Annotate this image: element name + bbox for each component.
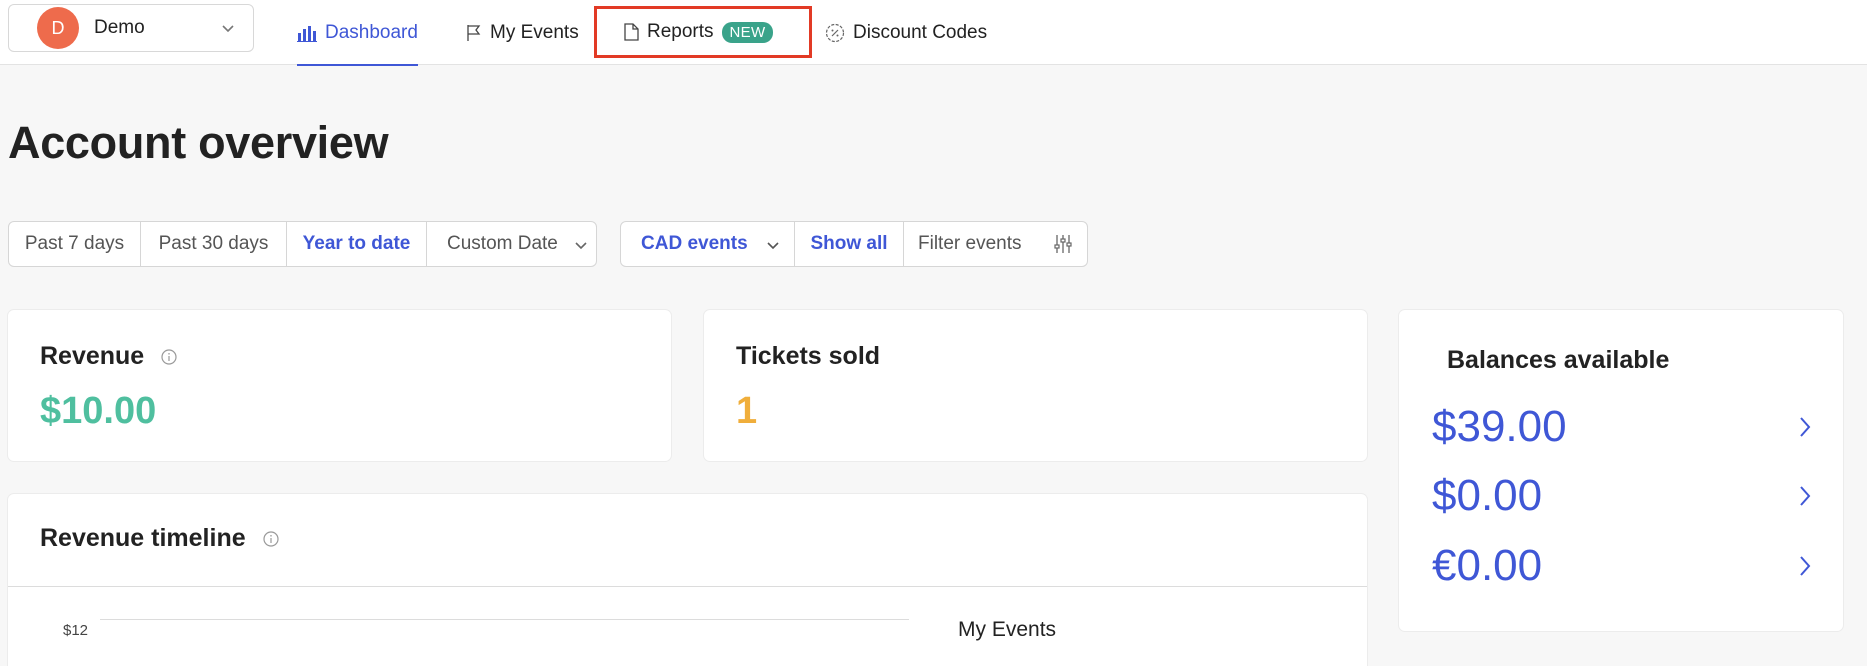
show-all-button[interactable]: Show all [795, 222, 904, 266]
tickets-card: Tickets sold 1 [704, 310, 1367, 461]
tickets-value: 1 [736, 390, 758, 432]
filter-events-input[interactable]: Filter events [904, 222, 1087, 266]
balance-row[interactable]: $39.00 [1432, 402, 1812, 452]
revenue-card: Revenue $10.00 [8, 310, 671, 461]
chevron-right-icon [1800, 486, 1811, 506]
balance-amount: $39.00 [1432, 402, 1567, 451]
nav-discount-codes[interactable]: Discount Codes [825, 0, 987, 65]
bar-chart-icon [297, 25, 317, 42]
nav-my-events[interactable]: My Events [466, 0, 579, 65]
divider [8, 586, 1367, 587]
nav-reports-label: Reports [647, 21, 714, 42]
balances-card: Balances available $39.00 $0.00 €0.00 [1399, 310, 1843, 631]
nav-dashboard-label: Dashboard [325, 21, 418, 43]
option-past-7-days[interactable]: Past 7 days [9, 222, 141, 266]
tickets-title: Tickets sold [736, 342, 881, 370]
document-icon [624, 23, 639, 41]
grid-line [100, 619, 909, 620]
currency-label: CAD events [641, 233, 748, 254]
account-switcher[interactable]: D Demo [8, 4, 254, 52]
option-custom-date[interactable]: Custom Date [427, 222, 596, 266]
nav-reports[interactable]: Reports NEW [594, 6, 812, 58]
filter-events-placeholder: Filter events [918, 233, 1022, 254]
chevron-down-icon [575, 242, 587, 250]
event-filter: CAD events Show all Filter events [620, 221, 1088, 267]
currency-dropdown[interactable]: CAD events [621, 222, 795, 266]
balance-row[interactable]: $0.00 [1432, 471, 1812, 521]
avatar: D [37, 7, 79, 49]
discount-icon [825, 23, 845, 42]
nav-dashboard[interactable]: Dashboard [297, 0, 418, 66]
custom-date-label: Custom Date [447, 233, 558, 254]
balance-amount: €0.00 [1432, 541, 1543, 590]
nav-discount-codes-label: Discount Codes [853, 21, 988, 43]
account-name: Demo [94, 17, 145, 38]
nav-my-events-label: My Events [490, 21, 579, 43]
option-year-to-date[interactable]: Year to date [287, 222, 427, 266]
revenue-title-label: Revenue [40, 342, 145, 370]
new-badge: NEW [721, 21, 774, 43]
timeline-title-label: Revenue timeline [40, 524, 246, 552]
info-icon[interactable] [262, 531, 279, 547]
revenue-value: $10.00 [40, 390, 157, 432]
page-title: Account overview [8, 117, 389, 168]
chevron-down-icon [222, 25, 234, 33]
chevron-down-icon [767, 242, 779, 250]
revenue-timeline-card: Revenue timeline $12 My Events [8, 494, 1367, 666]
balances-title: Balances available [1447, 346, 1670, 374]
sliders-icon[interactable] [1053, 234, 1073, 254]
y-axis-tick: $12 [63, 622, 89, 639]
chevron-right-icon [1800, 556, 1811, 576]
flag-icon [467, 24, 481, 41]
legend-title: My Events [958, 618, 1057, 641]
info-icon[interactable] [161, 349, 177, 365]
revenue-title: Revenue [40, 342, 177, 371]
timeline-title: Revenue timeline [40, 524, 279, 553]
top-nav: D Demo Dashboard My Events Reports NEW D… [0, 0, 1867, 66]
date-range-filter: Past 7 days Past 30 days Year to date Cu… [8, 221, 597, 267]
option-past-30-days[interactable]: Past 30 days [141, 222, 287, 266]
balance-amount: $0.00 [1432, 471, 1543, 520]
balance-row[interactable]: €0.00 [1432, 541, 1812, 591]
chevron-right-icon [1800, 417, 1811, 437]
